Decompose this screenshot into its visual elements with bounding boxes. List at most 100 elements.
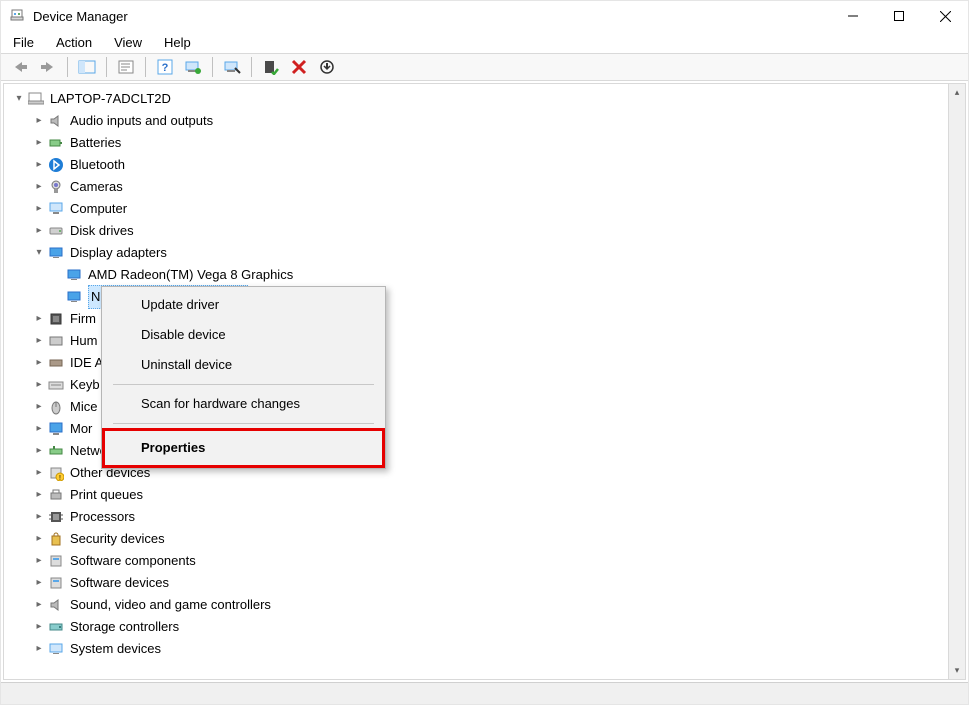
- tree-leaf-amd[interactable]: AMD Radeon(TM) Vega 8 Graphics: [12, 264, 948, 286]
- tree-node-label: Print queues: [70, 484, 143, 506]
- menu-action[interactable]: Action: [52, 33, 96, 52]
- properties-button[interactable]: [113, 55, 139, 79]
- collapse-icon[interactable]: ▾: [32, 246, 46, 260]
- tree-node-softcomp[interactable]: ▸ Software components: [12, 550, 948, 572]
- ctx-properties[interactable]: Properties: [105, 433, 382, 463]
- help-button[interactable]: ?: [152, 55, 178, 79]
- expand-icon[interactable]: ▸: [32, 224, 46, 238]
- expand-icon[interactable]: ▸: [32, 334, 46, 348]
- status-bar: [1, 682, 968, 704]
- tree-node-disk[interactable]: ▸ Disk drives: [12, 220, 948, 242]
- expand-icon[interactable]: ▸: [32, 444, 46, 458]
- expand-icon[interactable]: ▸: [32, 400, 46, 414]
- tree-node-label: Cameras: [70, 176, 123, 198]
- vertical-scrollbar[interactable]: ▴ ▾: [948, 84, 965, 679]
- expand-icon[interactable]: ▸: [32, 378, 46, 392]
- disable-device-button[interactable]: [314, 55, 340, 79]
- tree-node-bluetooth[interactable]: ▸ Bluetooth: [12, 154, 948, 176]
- expand-icon[interactable]: ▸: [32, 466, 46, 480]
- expand-icon[interactable]: ▸: [32, 510, 46, 524]
- tree-node-label: System devices: [70, 638, 161, 660]
- expand-icon[interactable]: ▸: [32, 114, 46, 128]
- tree-node-label: Storage controllers: [70, 616, 179, 638]
- expand-icon[interactable]: ▸: [32, 312, 46, 326]
- scan-hardware-button[interactable]: [219, 55, 245, 79]
- battery-icon: [48, 135, 64, 151]
- tree-node-label: Disk drives: [70, 220, 134, 242]
- expand-icon[interactable]: ▸: [32, 180, 46, 194]
- ctx-highlight-box: Properties: [102, 428, 385, 468]
- maximize-button[interactable]: [876, 1, 922, 31]
- uninstall-device-button[interactable]: [286, 55, 312, 79]
- menu-bar: File Action View Help: [1, 31, 968, 53]
- unknown-device-icon: !: [48, 465, 64, 481]
- ctx-scan-hardware[interactable]: Scan for hardware changes: [105, 389, 382, 419]
- cpu-icon: [48, 509, 64, 525]
- ctx-divider: [113, 423, 374, 424]
- expand-icon[interactable]: ▸: [32, 488, 46, 502]
- tree-node-display[interactable]: ▾ Display adapters: [12, 242, 948, 264]
- tree-node-storage[interactable]: ▸ Storage controllers: [12, 616, 948, 638]
- tree-node-cameras[interactable]: ▸ Cameras: [12, 176, 948, 198]
- ctx-uninstall-device[interactable]: Uninstall device: [105, 350, 382, 380]
- ide-icon: [48, 355, 64, 371]
- menu-view[interactable]: View: [110, 33, 146, 52]
- expand-icon[interactable]: ▸: [32, 620, 46, 634]
- tree-node-softdev[interactable]: ▸ Software devices: [12, 572, 948, 594]
- tree-node-printqueues[interactable]: ▸ Print queues: [12, 484, 948, 506]
- menu-help[interactable]: Help: [160, 33, 195, 52]
- tree-node-label: Mice: [70, 396, 97, 418]
- expand-icon[interactable]: ▸: [32, 422, 46, 436]
- speaker-icon: [48, 597, 64, 613]
- hid-icon: [48, 333, 64, 349]
- enable-device-button[interactable]: [258, 55, 284, 79]
- scroll-track[interactable]: [949, 101, 965, 662]
- tree-node-processors[interactable]: ▸ Processors: [12, 506, 948, 528]
- camera-icon: [48, 179, 64, 195]
- context-menu: Update driver Disable device Uninstall d…: [101, 286, 386, 469]
- expand-icon[interactable]: ▸: [32, 576, 46, 590]
- desktop-icon: [48, 201, 64, 217]
- window-title: Device Manager: [33, 9, 128, 24]
- ctx-disable-device[interactable]: Disable device: [105, 320, 382, 350]
- update-driver-button[interactable]: [180, 55, 206, 79]
- tree-node-label: Display adapters: [70, 242, 167, 264]
- expand-icon[interactable]: ▸: [32, 532, 46, 546]
- tree-leaf-label: AMD Radeon(TM) Vega 8 Graphics: [88, 264, 293, 286]
- tree-panel: ▾ LAPTOP-7ADCLT2D ▸ Audio inputs and out…: [3, 83, 966, 680]
- tree-node-batteries[interactable]: ▸ Batteries: [12, 132, 948, 154]
- system-icon: [48, 641, 64, 657]
- tree-root[interactable]: ▾ LAPTOP-7ADCLT2D: [12, 88, 948, 110]
- show-hide-tree-button[interactable]: [74, 55, 100, 79]
- close-button[interactable]: [922, 1, 968, 31]
- tree-node-system[interactable]: ▸ System devices: [12, 638, 948, 660]
- minimize-button[interactable]: [830, 1, 876, 31]
- expand-icon[interactable]: ▸: [32, 136, 46, 150]
- expand-icon[interactable]: ▸: [32, 554, 46, 568]
- tree-node-label: Software components: [70, 550, 196, 572]
- software-icon: [48, 575, 64, 591]
- tree-node-label: Audio inputs and outputs: [70, 110, 213, 132]
- tree-node-computer[interactable]: ▸ Computer: [12, 198, 948, 220]
- display-adapter-icon: [66, 289, 82, 305]
- expand-icon[interactable]: ▸: [32, 356, 46, 370]
- expand-icon[interactable]: ▸: [32, 642, 46, 656]
- monitor-icon: [48, 421, 64, 437]
- collapse-icon[interactable]: ▾: [12, 92, 26, 106]
- menu-file[interactable]: File: [9, 33, 38, 52]
- tree-node-audio[interactable]: ▸ Audio inputs and outputs: [12, 110, 948, 132]
- security-icon: [48, 531, 64, 547]
- ctx-update-driver[interactable]: Update driver: [105, 290, 382, 320]
- expand-icon[interactable]: ▸: [32, 202, 46, 216]
- chip-icon: [48, 311, 64, 327]
- scroll-down-icon[interactable]: ▾: [949, 662, 965, 679]
- forward-button[interactable]: [35, 55, 61, 79]
- tree-root-label: LAPTOP-7ADCLT2D: [50, 88, 171, 110]
- tree-node-label: Processors: [70, 506, 135, 528]
- back-button[interactable]: [7, 55, 33, 79]
- scroll-up-icon[interactable]: ▴: [949, 84, 965, 101]
- tree-node-security[interactable]: ▸ Security devices: [12, 528, 948, 550]
- tree-node-sound[interactable]: ▸ Sound, video and game controllers: [12, 594, 948, 616]
- expand-icon[interactable]: ▸: [32, 598, 46, 612]
- expand-icon[interactable]: ▸: [32, 158, 46, 172]
